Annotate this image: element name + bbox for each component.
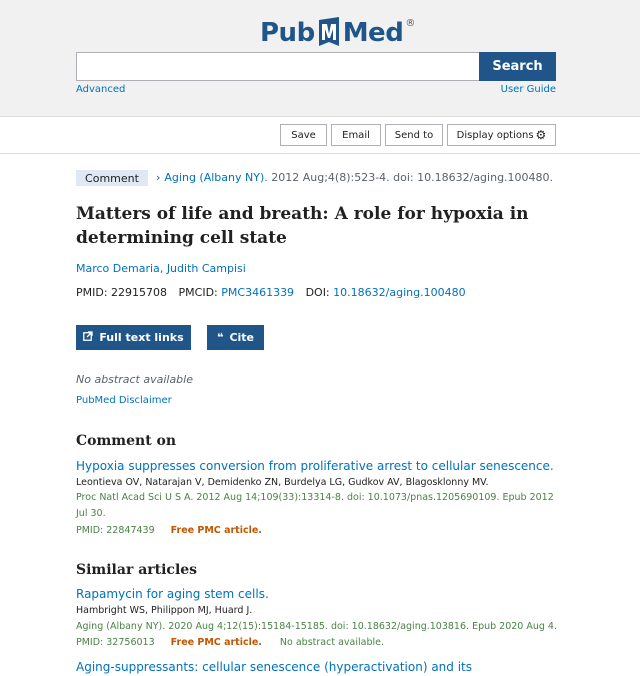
similar-article-no-abstract: No abstract available. [279,637,384,648]
logo-text-pub: Pub [260,18,315,48]
doi-label: DOI: [305,286,330,299]
pmcid-label: PMCID: [178,286,218,299]
cite-button[interactable]: ❝ Cite [207,325,264,350]
user-guide-link[interactable]: User Guide [501,84,556,95]
quote-icon: ❝ [216,331,224,344]
display-options-label: Display options [456,129,534,141]
similar-article-link[interactable]: Rapamycin for aging stem cells. [76,587,269,601]
article-identifiers: PMID: 22915708 PMCID: PMC3461339 DOI: 10… [76,286,466,299]
article-title: Matters of life and breath: A role for h… [76,204,529,248]
advanced-search-link[interactable]: Advanced [76,84,125,95]
logo-mark-icon [316,16,342,50]
comment-on-meta: PMID: 22847439 Free PMC article. [76,525,262,536]
similar-article-meta: PMID: 32756013 Free PMC article. No abstra… [76,637,384,648]
similar-articles-heading: Similar articles [76,562,198,578]
cite-label: Cite [229,331,255,344]
pmid: PMID: 22915708 [76,286,168,299]
citation-details: 2012 Aug;4(8):523-4. doi: 10.18632/aging… [271,171,554,184]
pubmed-disclaimer-link[interactable]: PubMed Disclaimer [76,395,172,406]
display-options-button[interactable]: Display options ⚙ [447,124,556,146]
article-citation: › Aging (Albany NY). 2012 Aug;4(8):523-4.… [156,170,553,186]
doi-link[interactable]: 10.18632/aging.100480 [333,286,465,299]
registered-mark: ® [405,17,415,29]
pmcid-link[interactable]: PMC3461339 [221,286,294,299]
article-toolbar: Save Email Send to Display options ⚙ [0,117,640,154]
similar-article-citation: Aging (Albany NY). 2020 Aug 4;12(15):151… [76,621,557,632]
badge-label: Comment [85,171,139,185]
logo-text-med: Med [342,18,404,48]
save-button[interactable]: Save [280,124,327,146]
comment-on-article-link[interactable]: Hypoxia suppresses conversion from proli… [76,459,554,473]
author-separator: , [159,262,167,275]
no-abstract-note: No abstract available [76,373,193,386]
comment-on-authors: Leontieva OV, Natarajan V, Demidenko ZN,… [76,477,489,488]
chevron-right-icon: › [156,171,161,184]
free-pmc-article-link[interactable]: Free PMC article. [171,525,262,536]
site-header: Pub Med ® Search Advanced User Guide [0,0,640,117]
external-link-icon [83,331,93,344]
gear-icon: ⚙ [535,128,547,142]
article-type-badge: Comment [76,170,148,186]
author-link[interactable]: Marco Demaria [76,262,160,275]
similar-article-link[interactable]: Aging-suppressants: cellular senescence … [76,660,472,674]
comment-on-citation: Proc Natl Acad Sci U S A. 2012 Aug 14;10… [76,492,554,519]
comment-on-pmid: PMID: 22847439 [76,525,155,536]
similar-article-authors: Hambright WS, Philippon MJ, Huard J. [76,605,253,616]
pubmed-logo[interactable]: Pub Med ® [260,14,415,52]
search-input[interactable] [76,52,480,81]
search-button[interactable]: Search [479,52,556,81]
email-label: Email [342,129,370,141]
author-link[interactable]: Judith Campisi [167,262,246,275]
save-label: Save [291,129,316,141]
journal-link[interactable]: Aging (Albany NY). [164,171,267,184]
free-pmc-article-link[interactable]: Free PMC article. [171,637,262,648]
comment-on-heading: Comment on [76,433,177,449]
similar-article-pmid: PMID: 32756013 [76,637,155,648]
author-list: Marco Demaria, Judith Campisi [76,262,246,275]
full-text-links-label: Full text links [99,331,184,344]
send-to-button[interactable]: Send to [385,124,443,146]
send-to-label: Send to [394,129,434,141]
email-button[interactable]: Email [331,124,381,146]
full-text-links-button[interactable]: Full text links [76,325,191,350]
